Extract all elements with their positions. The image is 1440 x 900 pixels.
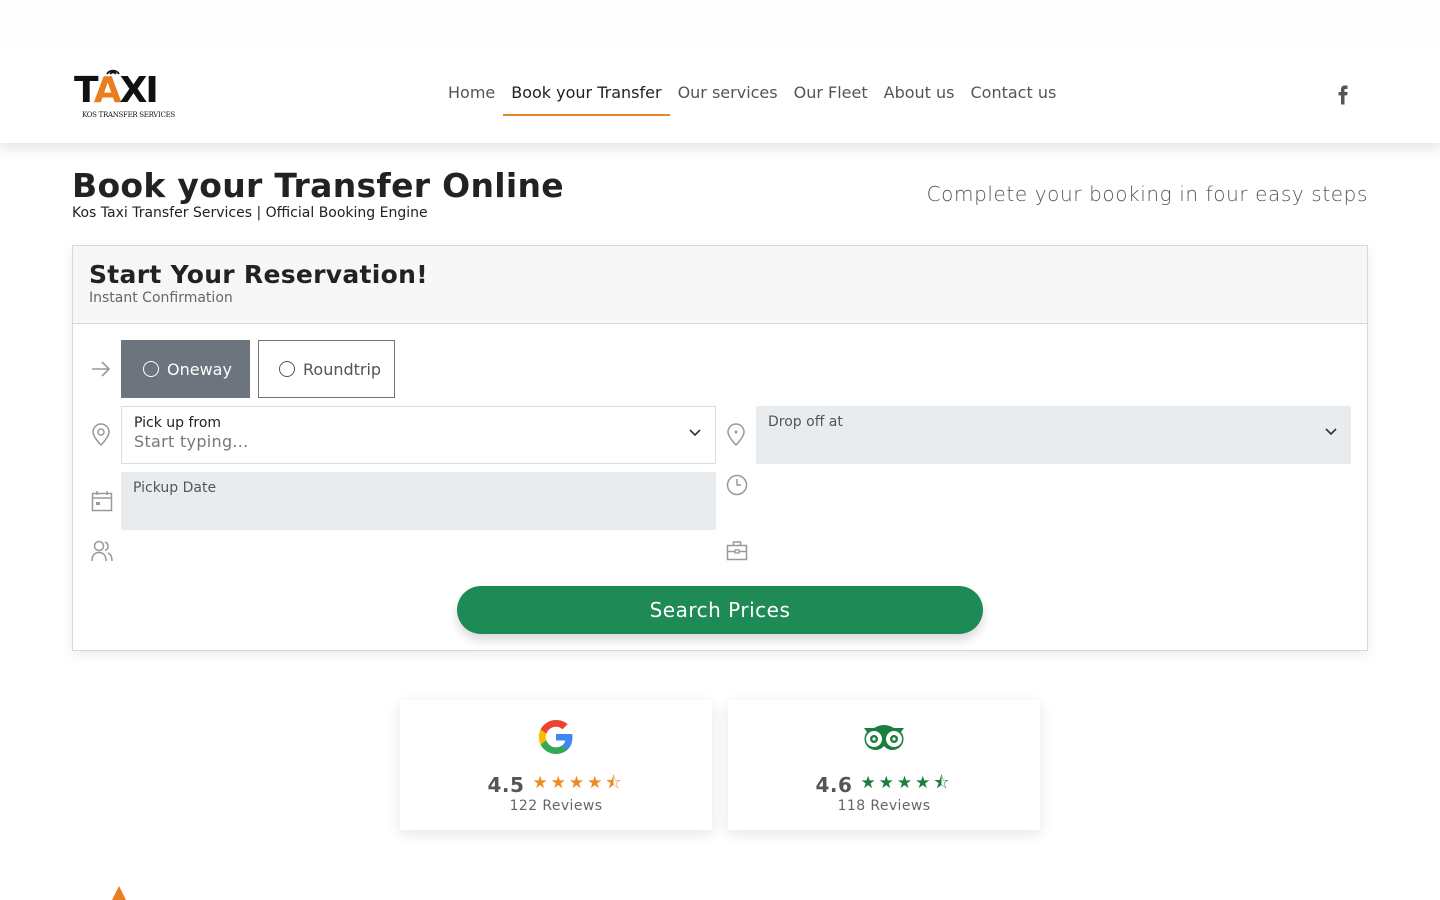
chevron-down-icon xyxy=(1325,428,1337,436)
tripadvisor-rating-score: 4.6 xyxy=(815,772,853,797)
nav-home[interactable]: Home xyxy=(440,77,503,116)
radio-icon xyxy=(143,361,159,377)
google-rating-row: 4.5 ★★★★⯪ xyxy=(400,770,712,799)
dropoff-location-select[interactable]: Drop off at xyxy=(756,406,1351,464)
nav-contact-us[interactable]: Contact us xyxy=(963,77,1065,116)
footer-logo-fragment xyxy=(112,886,126,900)
navbar: TAXI KOS TRANSFER SERVICES Home Book you… xyxy=(0,47,1440,143)
tripadvisor-review-count: 118 Reviews xyxy=(837,798,931,814)
page-subtitle: Kos Taxi Transfer Services | Official Bo… xyxy=(72,205,428,221)
taxi-logo[interactable]: TAXI KOS TRANSFER SERVICES xyxy=(74,69,175,121)
roundtrip-option[interactable]: Roundtrip xyxy=(258,340,395,398)
star-rating-icon: ★★★★⯪ xyxy=(860,773,953,793)
tripadvisor-logo-icon xyxy=(864,725,904,751)
calendar-icon xyxy=(91,491,113,512)
google-rating-score: 4.5 xyxy=(487,772,525,797)
search-prices-button[interactable]: Search Prices xyxy=(457,586,983,634)
facebook-icon[interactable] xyxy=(1336,85,1350,105)
pickup-location-select[interactable]: Pick up from Start typing... xyxy=(121,406,716,464)
nav-about-us[interactable]: About us xyxy=(876,77,963,116)
main-nav: Home Book your Transfer Our services Our… xyxy=(440,77,1064,116)
pickup-label: Pick up from xyxy=(134,415,222,431)
logo-subtitle: KOS TRANSFER SERVICES xyxy=(82,111,175,119)
reservation-subtitle: Instant Confirmation xyxy=(89,290,233,306)
arrow-right-icon xyxy=(92,361,111,377)
passengers-icon xyxy=(91,540,113,562)
location-pin-icon xyxy=(92,423,110,447)
reservation-header: Start Your Reservation! Instant Confirma… xyxy=(73,246,1367,324)
google-review-card[interactable]: 4.5 ★★★★⯪ 122 Reviews xyxy=(400,700,712,830)
dropoff-label: Drop off at xyxy=(768,414,843,430)
tripadvisor-rating-row: 4.6 ★★★★⯪ xyxy=(728,770,1040,799)
pickup-placeholder: Start typing... xyxy=(134,432,249,451)
tripadvisor-review-card[interactable]: 4.6 ★★★★⯪ 118 Reviews xyxy=(728,700,1040,830)
booking-steps-tagline: Complete your booking in four easy steps xyxy=(926,182,1368,206)
logo-text: TAXI xyxy=(74,70,159,111)
roundtrip-label: Roundtrip xyxy=(303,359,382,379)
luggage-icon xyxy=(726,541,748,561)
chevron-down-icon xyxy=(689,429,701,437)
top-strip xyxy=(0,0,1440,47)
location-pin-icon xyxy=(727,423,745,447)
clock-icon xyxy=(726,474,748,496)
google-review-count: 122 Reviews xyxy=(509,798,603,814)
reservation-card: Start Your Reservation! Instant Confirma… xyxy=(72,245,1368,651)
nav-book-transfer[interactable]: Book your Transfer xyxy=(503,77,670,116)
pickup-date-field[interactable]: Pickup Date xyxy=(121,472,716,530)
oneway-label: Oneway xyxy=(167,359,232,379)
oneway-option[interactable]: Oneway xyxy=(121,340,250,398)
reservation-title: Start Your Reservation! xyxy=(89,260,428,289)
radio-icon xyxy=(279,361,295,377)
star-rating-icon: ★★★★⯪ xyxy=(532,773,625,793)
nav-our-services[interactable]: Our services xyxy=(670,77,786,116)
page-title: Book your Transfer Online xyxy=(72,166,564,205)
nav-our-fleet[interactable]: Our Fleet xyxy=(786,77,876,116)
google-logo-icon xyxy=(538,720,573,754)
pickup-date-label: Pickup Date xyxy=(133,480,217,496)
